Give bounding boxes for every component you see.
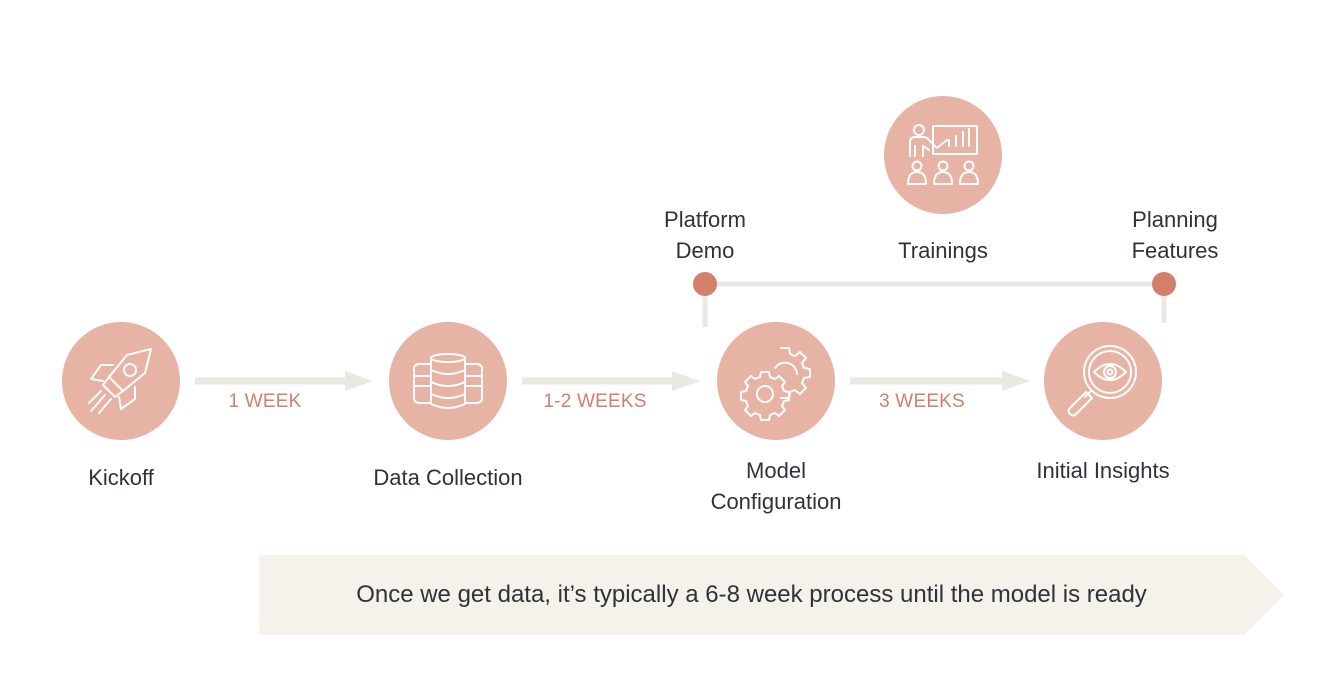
duration-label-3: 3 WEEKS — [879, 391, 965, 412]
arrow-kickoff-to-data — [195, 371, 373, 391]
milestone-label-line2: Features — [1131, 238, 1219, 263]
stage-data-collection-label: Data Collection — [373, 465, 523, 490]
milestone-label-text: Trainings — [898, 238, 988, 263]
arrow-model-to-insights — [850, 371, 1030, 391]
milestone-dot-end — [1152, 272, 1176, 296]
stage-label-line2: Configuration — [710, 489, 842, 514]
stage-label-line1: Model — [746, 458, 806, 483]
magnifier-eye-icon — [1067, 345, 1137, 417]
presentation-icon — [907, 124, 979, 185]
milestone-label-trainings: Trainings — [873, 235, 1013, 266]
duration-label-1: 1 WEEK — [228, 391, 302, 412]
stage-model-configuration-circle — [717, 322, 835, 440]
rocket-icon — [88, 348, 152, 414]
stage-data-collection-circle — [389, 322, 507, 440]
stage-initial-insights-label: Initial Insights — [1036, 458, 1170, 483]
stage-kickoff-label: Kickoff — [88, 465, 154, 490]
trainings-circle — [884, 96, 1002, 214]
stage-model-configuration-label: Model Configuration — [686, 455, 866, 517]
database-icon — [413, 353, 483, 409]
stage-kickoff-circle — [62, 322, 180, 440]
arrow-data-to-model — [522, 371, 700, 391]
gears-icon — [740, 347, 811, 421]
milestone-label-line1: Platform — [664, 207, 746, 232]
summary-banner-text: Once we get data, it’s typically a 6-8 w… — [356, 581, 1147, 608]
milestone-dot-start — [693, 272, 717, 296]
milestone-label-planning-features: Planning Features — [1115, 204, 1235, 266]
milestone-label-line2: Demo — [675, 238, 735, 263]
milestone-label-platform-demo: Platform Demo — [645, 204, 765, 266]
duration-label-2: 1-2 WEEKS — [543, 391, 647, 412]
milestone-label-line1: Planning — [1132, 207, 1218, 232]
stage-initial-insights-circle — [1044, 322, 1162, 440]
